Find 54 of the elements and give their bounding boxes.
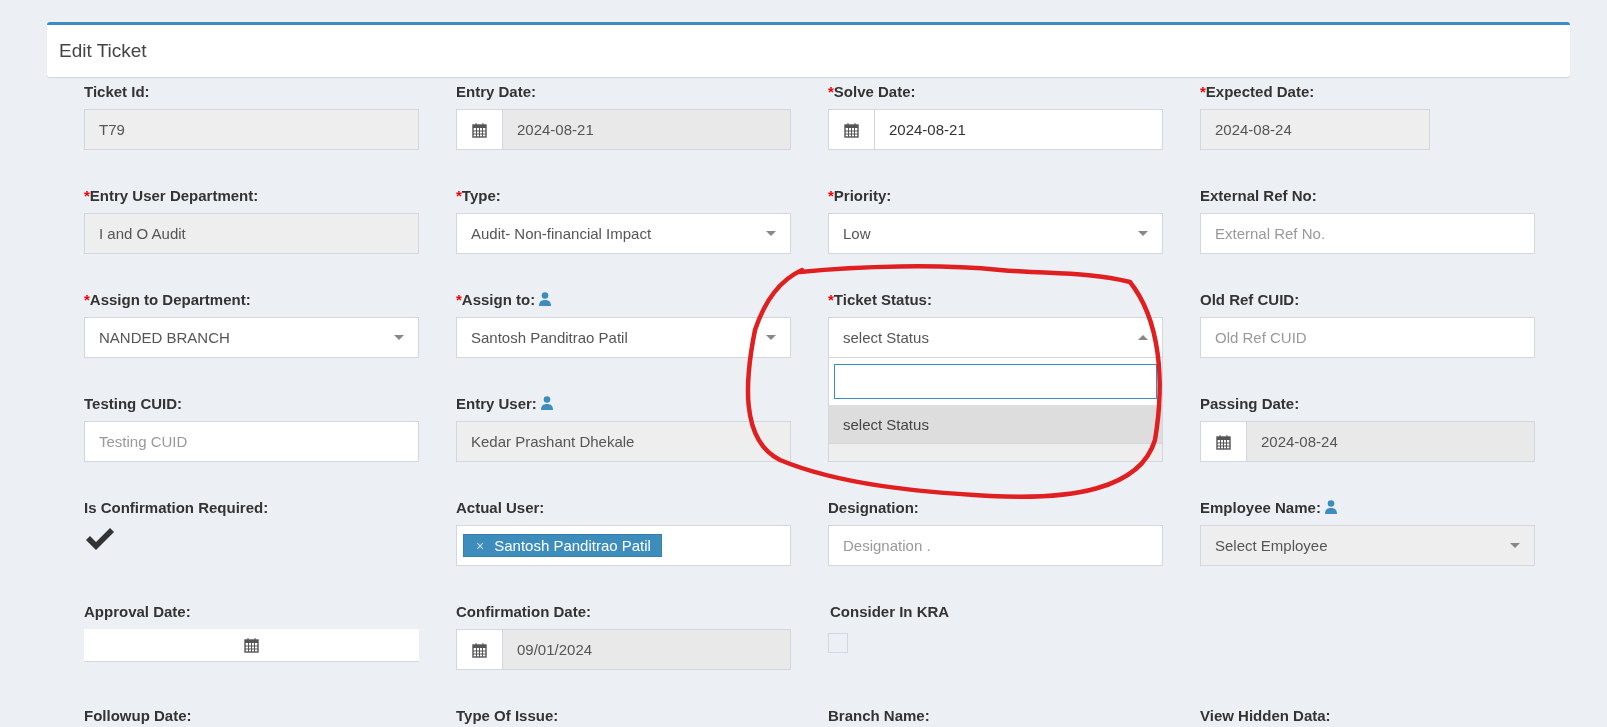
select-field[interactable]: Audit- Non-financial Impact xyxy=(456,213,791,254)
field-label: Testing CUID: xyxy=(84,394,183,412)
select-field[interactable]: Low xyxy=(828,213,1163,254)
field-label: *Entry User Department: xyxy=(84,186,259,204)
field-label: Old Ref CUID: xyxy=(1200,290,1300,308)
field-label: *Expected Date: xyxy=(1200,82,1315,100)
field-label: Entry Date: xyxy=(456,82,537,100)
caret-icon xyxy=(1510,543,1520,548)
date-value: 09/01/2024 xyxy=(503,630,790,669)
field-label: Is Confirmation Required: xyxy=(84,498,269,516)
field-label: Employee Name: xyxy=(1200,498,1321,516)
date-value: 2024-08-21 xyxy=(503,110,790,149)
caret-icon xyxy=(1138,231,1148,236)
tag-label: Santosh Panditrao Patil xyxy=(494,537,651,554)
checkbox[interactable] xyxy=(828,633,848,653)
field-label: Approval Date: xyxy=(84,602,191,620)
search-field[interactable] xyxy=(834,364,1157,399)
select-field[interactable]: select Status xyxy=(828,317,1163,358)
calendar-icon xyxy=(472,641,487,658)
select-field[interactable]: Santosh Panditrao Patil xyxy=(456,317,791,358)
field-label: *Priority: xyxy=(828,186,892,204)
panel-title: Edit Ticket xyxy=(59,40,147,62)
calendar-icon xyxy=(844,121,859,138)
date-value: 2024-08-21 xyxy=(875,110,1162,149)
field-label: Actual User: xyxy=(456,498,545,516)
caret-icon xyxy=(766,231,776,236)
calendar-icon xyxy=(1216,433,1231,450)
caret-icon xyxy=(766,335,776,340)
caret-icon xyxy=(1138,335,1148,340)
calendar-icon xyxy=(472,121,487,138)
field-label: Branch Name: xyxy=(828,706,930,724)
field-label: Followup Date: xyxy=(84,706,192,724)
field-label: Type Of Issue: xyxy=(456,706,559,724)
field-label: Consider In KRA xyxy=(830,602,950,620)
field-label: Entry User: xyxy=(456,394,537,412)
select-field[interactable]: NANDED BRANCH xyxy=(84,317,419,358)
field-label: *Ticket Status: xyxy=(828,290,932,308)
dropdown-option[interactable]: select Status xyxy=(829,405,1162,443)
field-label: External Ref No: xyxy=(1200,186,1317,204)
field-label: *Solve Date: xyxy=(828,82,916,100)
caret-icon xyxy=(394,335,404,340)
field-label: Confirmation Date: xyxy=(456,602,591,620)
date-field[interactable]: 2024-08-21 xyxy=(828,109,1163,150)
field-label: Passing Date: xyxy=(1200,394,1300,412)
field-label: *Assign to Department: xyxy=(84,290,251,308)
tag-field[interactable]: × Santosh Panditrao Patil xyxy=(456,525,791,566)
field-label: View Hidden Data: xyxy=(1200,706,1331,724)
date-field[interactable] xyxy=(84,629,419,662)
calendar-icon xyxy=(244,637,259,653)
field-label: *Assign to: xyxy=(456,290,536,308)
field-label: Designation: xyxy=(828,498,919,516)
date-value: 2024-08-24 xyxy=(1247,422,1534,461)
field-label: Ticket Id: xyxy=(84,82,150,100)
field-label: *Type: xyxy=(456,186,501,204)
